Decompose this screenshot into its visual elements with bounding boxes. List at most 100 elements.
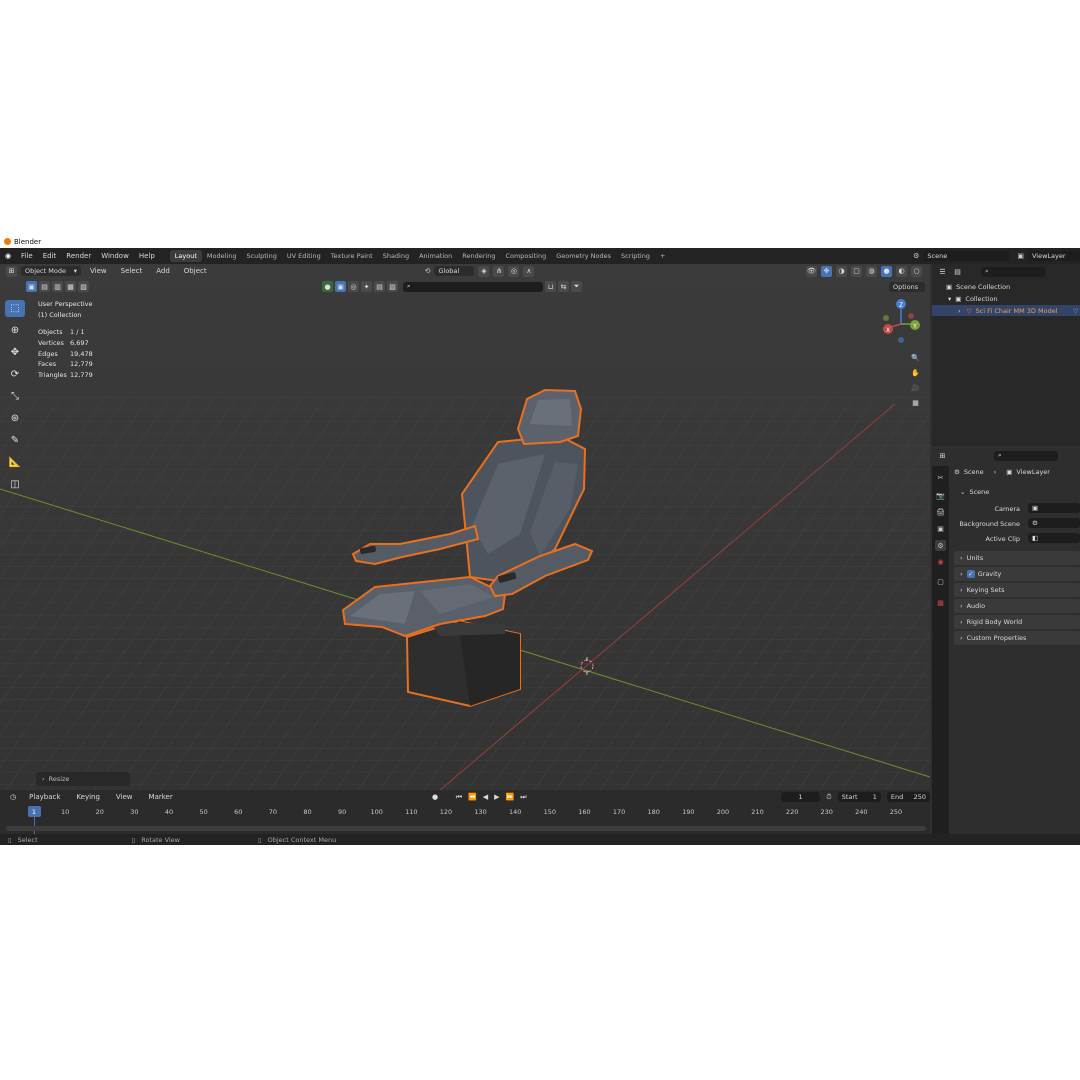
transform-orientation-dropdown[interactable]: Global xyxy=(434,266,475,276)
snap-target-icon[interactable]: ⊔ xyxy=(545,281,556,292)
gravity-panel-header[interactable]: › ✓ Gravity xyxy=(954,567,1080,581)
select-subtract-icon[interactable]: ▥ xyxy=(52,281,63,292)
rendered-shading-icon[interactable]: ○ xyxy=(911,265,922,277)
end-frame-field[interactable]: End 250 xyxy=(886,792,930,802)
keying-sets-panel-header[interactable]: › Keying Sets xyxy=(954,583,1080,597)
select-box-tool-icon[interactable]: ⬚ xyxy=(5,300,25,317)
pivot-icon[interactable]: ◈ xyxy=(478,265,490,277)
camera-field[interactable]: ▣ xyxy=(1028,503,1080,513)
gravity-checkbox[interactable]: ✓ xyxy=(966,570,975,578)
record-icon[interactable]: ● xyxy=(432,793,438,801)
world-tab-icon[interactable]: ◉ xyxy=(935,556,946,567)
add-cube-tool-icon[interactable]: ◫ xyxy=(5,476,25,493)
select-intersect-icon[interactable]: ▧ xyxy=(78,281,89,292)
object-type-curve-icon[interactable]: ◎ xyxy=(348,281,359,292)
menu-window[interactable]: Window xyxy=(96,252,134,260)
last-operator-panel[interactable]: › Resize xyxy=(36,772,130,786)
rigid-body-world-panel-header[interactable]: › Rigid Body World xyxy=(954,615,1080,629)
object-filter-icon[interactable]: ● xyxy=(322,281,333,292)
overlays-icon[interactable]: ◑ xyxy=(836,265,847,277)
viewlayer-field[interactable]: ViewLayer xyxy=(1028,251,1080,261)
menu-edit[interactable]: Edit xyxy=(38,252,62,260)
menu-help[interactable]: Help xyxy=(134,252,160,260)
tab-uv-editing[interactable]: UV Editing xyxy=(282,250,326,262)
wireframe-shading-icon[interactable]: ◍ xyxy=(866,265,877,277)
collection-tab-icon[interactable]: ▢ xyxy=(935,576,946,587)
measure-tool-icon[interactable]: 📐 xyxy=(5,454,25,471)
falloff-icon[interactable]: ∧ xyxy=(523,265,535,277)
mirror-icon[interactable]: ⇆ xyxy=(558,281,569,292)
next-keyframe-icon[interactable]: ⏩ xyxy=(506,793,515,801)
properties-editor-type-icon[interactable]: ⊞ xyxy=(937,450,948,461)
play-icon[interactable]: ▶ xyxy=(494,793,499,801)
output-tab-icon[interactable]: 🖨 xyxy=(935,506,946,517)
stopwatch-icon[interactable]: ⏱ xyxy=(826,793,831,802)
display-mode-icon[interactable]: ▤ xyxy=(952,266,963,277)
tab-animation[interactable]: Animation xyxy=(414,250,457,262)
timeline-menu-marker[interactable]: Marker xyxy=(144,793,178,801)
texture-tab-icon[interactable]: ▩ xyxy=(935,597,946,608)
tab-shading[interactable]: Shading xyxy=(378,250,414,262)
tab-sculpting[interactable]: Sculpting xyxy=(241,250,281,262)
select-new-icon[interactable]: ▣ xyxy=(26,281,37,292)
object-type-light-icon[interactable]: ✦ xyxy=(361,281,372,292)
zoom-icon[interactable]: 🔍 xyxy=(910,352,921,363)
blender-menu-icon[interactable]: ◉ xyxy=(0,252,16,260)
move-tool-icon[interactable]: ✥ xyxy=(5,344,25,361)
current-frame-field[interactable]: 1 xyxy=(780,792,821,802)
tab-texture-paint[interactable]: Texture Paint xyxy=(326,250,378,262)
menu-render[interactable]: Render xyxy=(61,252,96,260)
play-reverse-icon[interactable]: ◀ xyxy=(483,793,488,801)
timeline-menu-keying[interactable]: Keying xyxy=(71,793,105,801)
scene-tab-icon[interactable]: ⚙ xyxy=(935,540,946,551)
start-frame-field[interactable]: Start 1 xyxy=(837,792,881,802)
outliner-item-scene-collection[interactable]: ▣ Scene Collection xyxy=(932,281,1080,292)
jump-start-icon[interactable]: ⏮ xyxy=(456,793,462,802)
outliner-search-input[interactable]: ⌕ xyxy=(981,266,1045,277)
mode-dropdown[interactable]: Object Mode ▾ xyxy=(21,266,81,276)
custom-properties-panel-header[interactable]: › Custom Properties xyxy=(954,631,1080,645)
gizmo-toggle-icon[interactable]: ✥ xyxy=(821,265,832,277)
select-extend-icon[interactable]: ▤ xyxy=(39,281,50,292)
background-scene-field[interactable]: ⚙ xyxy=(1028,518,1080,528)
timeline-menu-view[interactable]: View xyxy=(111,793,138,801)
viewport-menu-view[interactable]: View xyxy=(85,267,112,275)
add-workspace-icon[interactable]: + xyxy=(655,250,670,262)
timeline-menu-playback[interactable]: Playback xyxy=(24,793,65,801)
audio-panel-header[interactable]: › Audio xyxy=(954,599,1080,613)
units-panel-header[interactable]: › Units xyxy=(954,551,1080,565)
viewport-menu-add[interactable]: Add xyxy=(151,267,175,275)
snap-icon[interactable]: ⋔ xyxy=(493,265,505,277)
active-clip-field[interactable]: ◧ xyxy=(1028,533,1080,543)
tab-modeling[interactable]: Modeling xyxy=(202,250,242,262)
outliner-item-object[interactable]: › ▽ Sci Fi Chair MM 3D Model ▽ xyxy=(932,305,1080,316)
viewport-menu-select[interactable]: Select xyxy=(116,267,148,275)
tab-scripting[interactable]: Scripting xyxy=(616,250,655,262)
select-invert-icon[interactable]: ▦ xyxy=(65,281,76,292)
options-dropdown[interactable]: Options xyxy=(889,282,925,292)
tab-layout[interactable]: Layout xyxy=(169,250,202,262)
annotate-tool-icon[interactable]: ✎ xyxy=(5,432,25,449)
jump-end-icon[interactable]: ⏭ xyxy=(520,793,526,802)
object-type-empty-icon[interactable]: ▨ xyxy=(387,281,398,292)
scene-panel-header[interactable]: ⌄ Scene xyxy=(954,485,1080,499)
tab-rendering[interactable]: Rendering xyxy=(457,250,500,262)
rotate-tool-icon[interactable]: ⟳ xyxy=(5,366,25,383)
pan-hand-icon[interactable]: ✋ xyxy=(910,367,921,378)
scale-tool-icon[interactable]: ⤡ xyxy=(5,388,25,405)
visibility-icon[interactable]: 👁 xyxy=(806,265,817,277)
view-layer-tab-icon[interactable]: ▣ xyxy=(935,523,946,534)
perspective-grid-icon[interactable]: ▦ xyxy=(910,397,921,408)
proportional-edit-icon[interactable]: ◎ xyxy=(508,265,520,277)
viewlayer-icon[interactable]: ▣ xyxy=(1017,252,1024,260)
menu-file[interactable]: File xyxy=(16,252,38,260)
timeline-scrollbar[interactable] xyxy=(6,826,926,831)
mesh-data-icon[interactable]: ▽ xyxy=(1073,307,1078,315)
cursor-tool-icon[interactable]: ⊕ xyxy=(5,322,25,339)
frame-ruler[interactable]: 1 10 20 30 40 50 60 70 80 90 100 110 120 130 140 150 160… xyxy=(0,806,930,835)
transform-orientation-icon[interactable]: ⟲ xyxy=(425,267,431,275)
object-type-camera-icon[interactable]: ▤ xyxy=(374,281,385,292)
tab-compositing[interactable]: Compositing xyxy=(500,250,551,262)
scene-icon[interactable]: ⚙ xyxy=(913,252,919,260)
viewport-menu-object[interactable]: Object xyxy=(179,267,212,275)
